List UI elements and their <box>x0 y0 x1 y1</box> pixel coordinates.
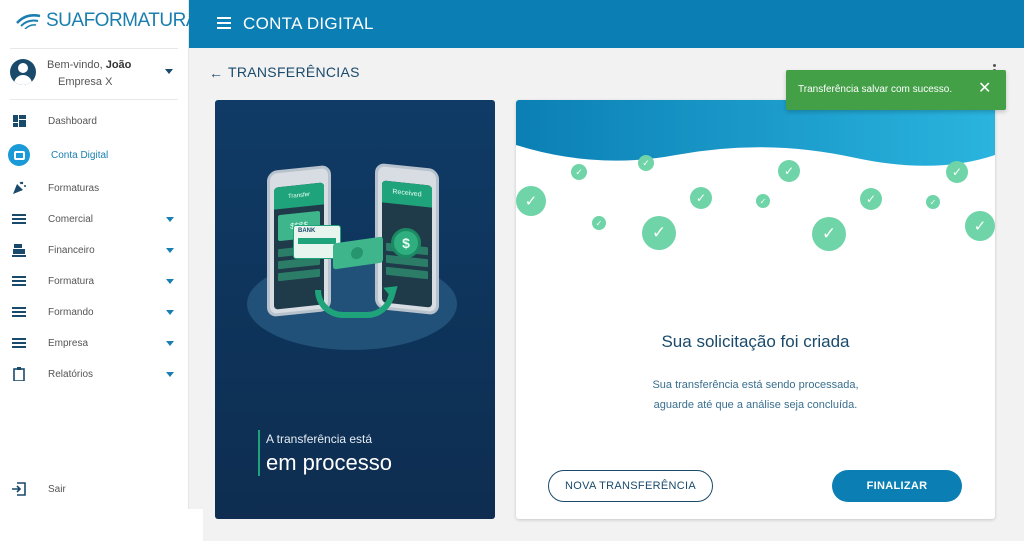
wallet-icon <box>8 144 30 166</box>
sidebar-item-label: Sair <box>48 483 66 495</box>
success-toast: Transferência salvar com sucesso. ✕ <box>786 70 1006 110</box>
status-caption: A transferência está em processo <box>258 430 392 476</box>
app-header: CONTA DIGITAL <box>189 0 1024 48</box>
sidebar-item-formaturas[interactable]: Formaturas <box>0 174 189 202</box>
check-circle-icon: ✓ <box>926 195 940 209</box>
user-menu[interactable]: Bem-vindo, João Empresa X <box>10 48 178 100</box>
company-name: Empresa X <box>58 76 113 88</box>
menu-icon <box>12 274 26 288</box>
sidebar-item-relatorios[interactable]: Relatórios <box>0 360 189 388</box>
check-circle-icon: ✓ <box>778 160 800 182</box>
finish-button[interactable]: FINALIZAR <box>832 470 962 502</box>
logout-icon <box>12 482 26 496</box>
sidebar-item-label: Dashboard <box>48 115 97 127</box>
welcome-text: Bem-vindo, João <box>47 59 132 71</box>
received-label: Received <box>382 180 432 208</box>
check-circle-icon: ✓ <box>946 161 968 183</box>
new-transfer-button[interactable]: NOVA TRANSFERÊNCIA <box>548 470 713 502</box>
sidebar-item-label: Relatórios <box>48 368 94 380</box>
sidebar-item-formando[interactable]: Formando <box>0 298 189 326</box>
sidebar-item-label: Conta Digital <box>51 149 109 161</box>
sidebar-item-label: Comercial <box>48 213 94 225</box>
chevron-down-icon <box>166 340 174 346</box>
chevron-down-icon <box>166 309 174 315</box>
brand-name: SUAFORMATURA <box>46 10 199 31</box>
check-circle-icon: ✓ <box>642 216 676 250</box>
sidebar-item-empresa[interactable]: Empresa <box>0 329 189 357</box>
header-wave <box>516 100 995 166</box>
check-circle-icon: ✓ <box>860 188 882 210</box>
sidebar-item-label: Formatura <box>48 275 95 287</box>
toast-message: Transferência salvar com sucesso. <box>798 84 953 95</box>
caption-small: A transferência está <box>266 432 373 446</box>
user-name: João <box>105 59 132 71</box>
bank-label: BANK <box>298 228 316 234</box>
sidebar-item-label: Formaturas <box>48 182 100 194</box>
chevron-down-icon <box>166 216 174 222</box>
menu-icon <box>12 305 26 319</box>
chevron-down-icon <box>166 247 174 253</box>
page-title: TRANSFERÊNCIAS <box>228 64 360 80</box>
logo-icon <box>16 14 41 29</box>
bottom-strip <box>0 509 203 541</box>
dashboard-icon <box>12 114 26 128</box>
check-circle-icon: ✓ <box>812 217 846 251</box>
chevron-down-icon[interactable] <box>165 69 173 74</box>
header-title: CONTA DIGITAL <box>243 14 374 33</box>
avatar <box>10 59 36 85</box>
success-message: Sua transferência está sendo processada,… <box>516 375 995 415</box>
sidebar-item-conta-digital[interactable]: Conta Digital <box>0 141 189 169</box>
check-circle-icon: ✓ <box>965 211 995 241</box>
result-card: ✓ ✓ ✓ ✓ ✓ ✓ ✓ ✓ ✓ ✓ ✓ ✓ ✓ Sua solicitaçã… <box>516 100 995 519</box>
coin-icon: $ <box>391 228 421 258</box>
check-circle-icon: ✓ <box>516 186 546 216</box>
chevron-down-icon <box>166 371 174 377</box>
success-message-line2: aguarde até que a análise seja concluída… <box>653 399 858 411</box>
sidebar-item-comercial[interactable]: Comercial <box>0 205 189 233</box>
chevron-down-icon <box>166 278 174 284</box>
check-circle-icon: ✓ <box>638 155 654 171</box>
arrow-left-icon[interactable]: ← <box>209 65 223 81</box>
sidebar-item-label: Empresa <box>48 337 89 349</box>
check-circle-icon: ✓ <box>756 194 770 208</box>
menu-icon[interactable] <box>217 17 231 32</box>
status-illustration-card: Transfer Completed $$$$ Received BANK $ … <box>215 100 495 519</box>
check-circle-icon: ✓ <box>690 187 712 209</box>
sidebar: SUAFORMATURA Bem-vindo, João Empresa X D… <box>0 0 199 509</box>
caption-big: em processo <box>266 450 392 475</box>
transfer-completed-label: Transfer Completed <box>274 182 324 223</box>
party-icon <box>12 181 26 195</box>
success-message-line1: Sua transferência está sendo processada, <box>652 379 859 391</box>
close-icon[interactable]: ✕ <box>978 81 991 97</box>
check-circle-icon: ✓ <box>592 216 606 230</box>
menu-icon <box>12 336 26 350</box>
menu-icon <box>12 212 26 226</box>
sidebar-item-label: Financeiro <box>48 244 95 256</box>
brand-logo[interactable]: SUAFORMATURA <box>16 10 199 32</box>
sidebar-item-dashboard[interactable]: Dashboard <box>0 107 189 135</box>
check-circle-icon: ✓ <box>571 164 587 180</box>
sidebar-item-financeiro[interactable]: Financeiro <box>0 236 189 264</box>
cash-register-icon <box>12 243 26 257</box>
main-content: ← TRANSFERÊNCIAS Transfer Completed $$$$… <box>189 48 1024 541</box>
sidebar-item-formatura[interactable]: Formatura <box>0 267 189 295</box>
sidebar-item-logout[interactable]: Sair <box>0 475 189 503</box>
clipboard-icon <box>12 367 26 381</box>
success-title: Sua solicitação foi criada <box>661 332 850 351</box>
sidebar-item-label: Formando <box>48 306 94 318</box>
